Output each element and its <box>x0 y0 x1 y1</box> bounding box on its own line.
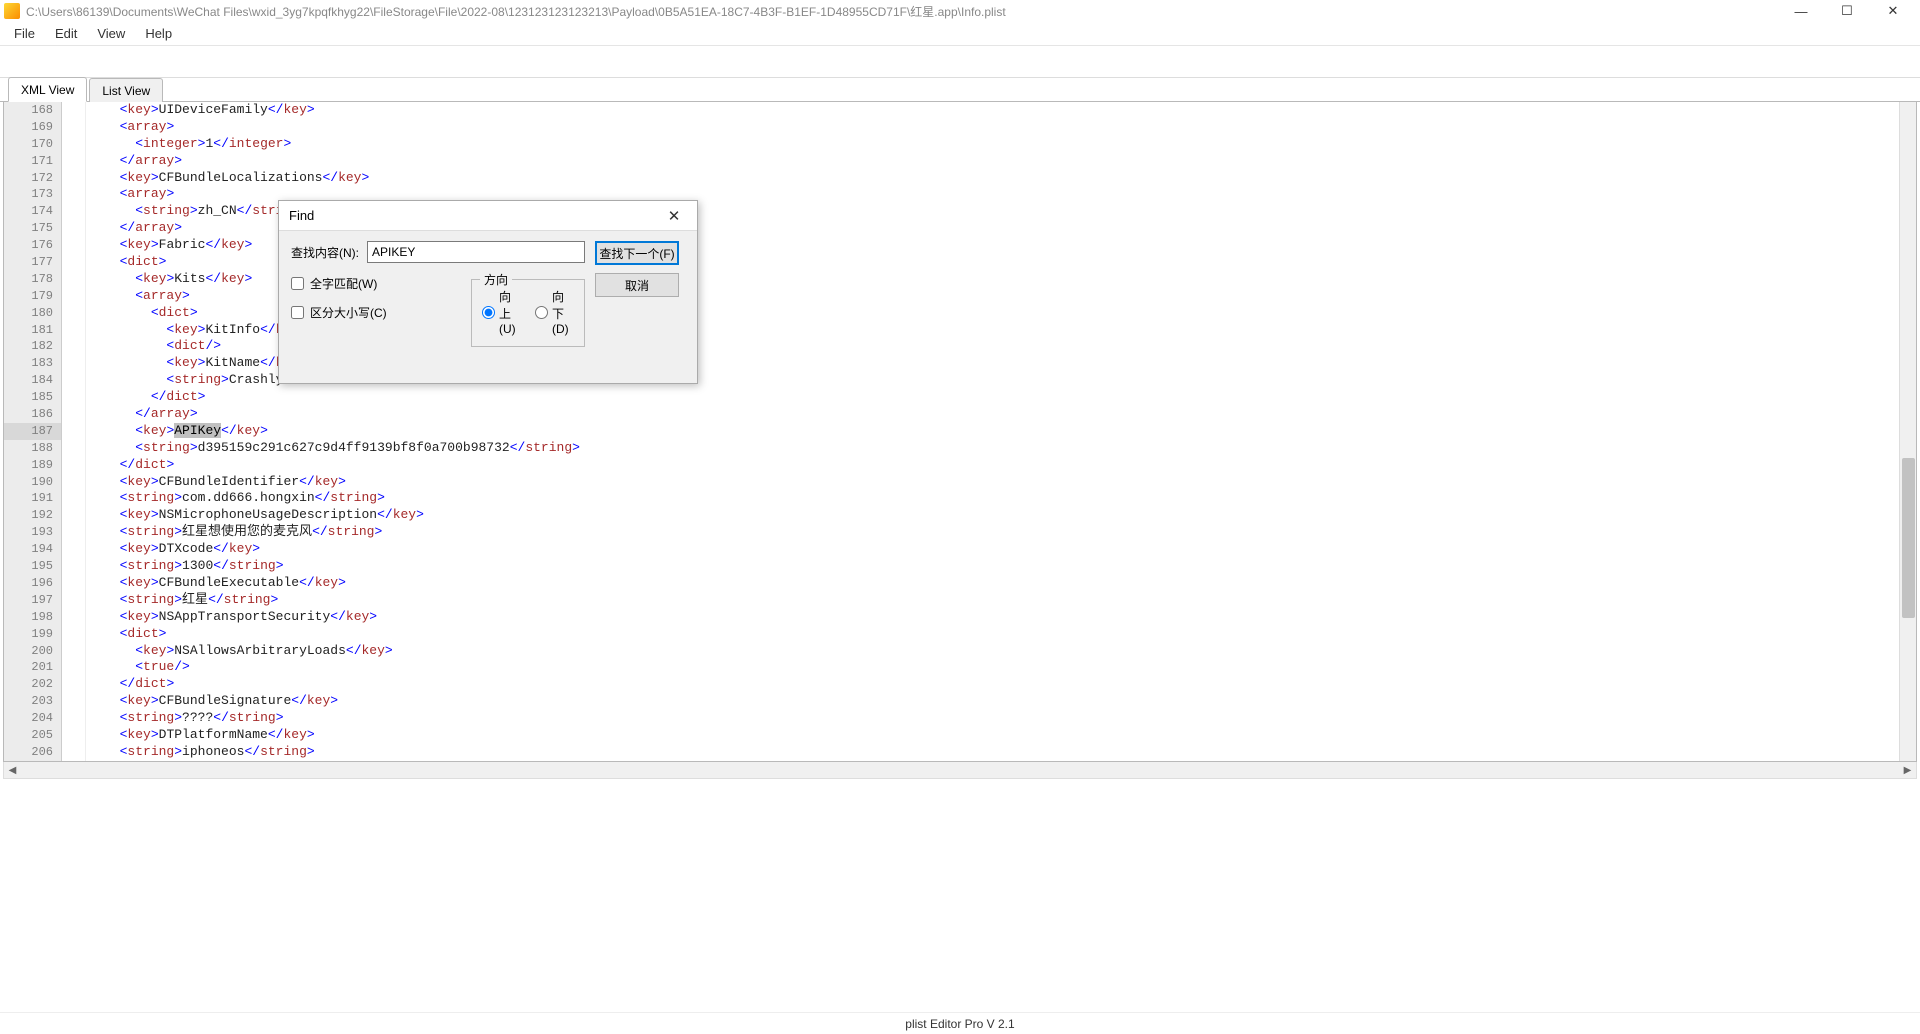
match-case-checkbox-input[interactable] <box>291 306 304 319</box>
find-cancel-button[interactable]: 取消 <box>595 273 679 297</box>
menubar: File Edit View Help <box>0 22 1920 46</box>
vertical-scrollbar[interactable] <box>1899 102 1916 761</box>
tab-xml-view[interactable]: XML View <box>8 77 87 102</box>
line-number-gutter: 1681691701711721731741751761771781791801… <box>4 102 62 761</box>
minimize-button[interactable]: — <box>1778 0 1824 22</box>
maximize-button[interactable]: ☐ <box>1824 0 1870 22</box>
titlebar: C:\Users\86139\Documents\WeChat Files\wx… <box>0 0 1920 22</box>
fold-gutter <box>62 102 86 761</box>
vertical-scroll-thumb[interactable] <box>1902 458 1915 618</box>
close-button[interactable]: ✕ <box>1870 0 1916 22</box>
menu-view[interactable]: View <box>89 23 133 44</box>
statusbar: plist Editor Pro V 2.1 <box>0 1012 1920 1034</box>
hscroll-right-arrow[interactable]: ▶ <box>1899 762 1916 778</box>
app-icon <box>4 3 20 19</box>
radio-up[interactable]: 向上(U) <box>482 288 521 336</box>
whole-word-label: 全字匹配(W) <box>310 275 377 292</box>
hscroll-left-arrow[interactable]: ◀ <box>4 762 21 778</box>
menu-file[interactable]: File <box>6 23 43 44</box>
find-dialog: Find ✕ 查找内容(N): 全字匹配(W) 区分大小写(C) 查找下一个(F… <box>278 200 698 384</box>
direction-legend: 方向 <box>480 271 512 288</box>
whole-word-checkbox-input[interactable] <box>291 277 304 290</box>
menu-edit[interactable]: Edit <box>47 23 85 44</box>
direction-group: 方向 向上(U) 向下(D) <box>471 279 585 347</box>
toolbar-spacer <box>0 46 1920 78</box>
find-close-button[interactable]: ✕ <box>661 206 687 226</box>
find-dialog-title: Find <box>289 208 661 223</box>
tab-list-view[interactable]: List View <box>89 78 163 102</box>
match-case-label: 区分大小写(C) <box>310 304 387 321</box>
find-next-button[interactable]: 查找下一个(F) <box>595 241 679 265</box>
find-input[interactable] <box>367 241 585 263</box>
radio-down[interactable]: 向下(D) <box>535 288 574 336</box>
radio-down-input[interactable] <box>535 306 548 319</box>
status-app-name: plist Editor Pro V 2.1 <box>905 1017 1014 1031</box>
find-dialog-titlebar[interactable]: Find ✕ <box>279 201 697 231</box>
menu-help[interactable]: Help <box>137 23 180 44</box>
find-content-label: 查找内容(N): <box>291 244 359 261</box>
window-title: C:\Users\86139\Documents\WeChat Files\wx… <box>26 3 1778 20</box>
window-controls: — ☐ ✕ <box>1778 0 1916 22</box>
tabstrip: XML View List View <box>0 78 1920 102</box>
horizontal-scrollbar[interactable]: ◀ ▶ <box>3 762 1917 779</box>
radio-up-input[interactable] <box>482 306 495 319</box>
